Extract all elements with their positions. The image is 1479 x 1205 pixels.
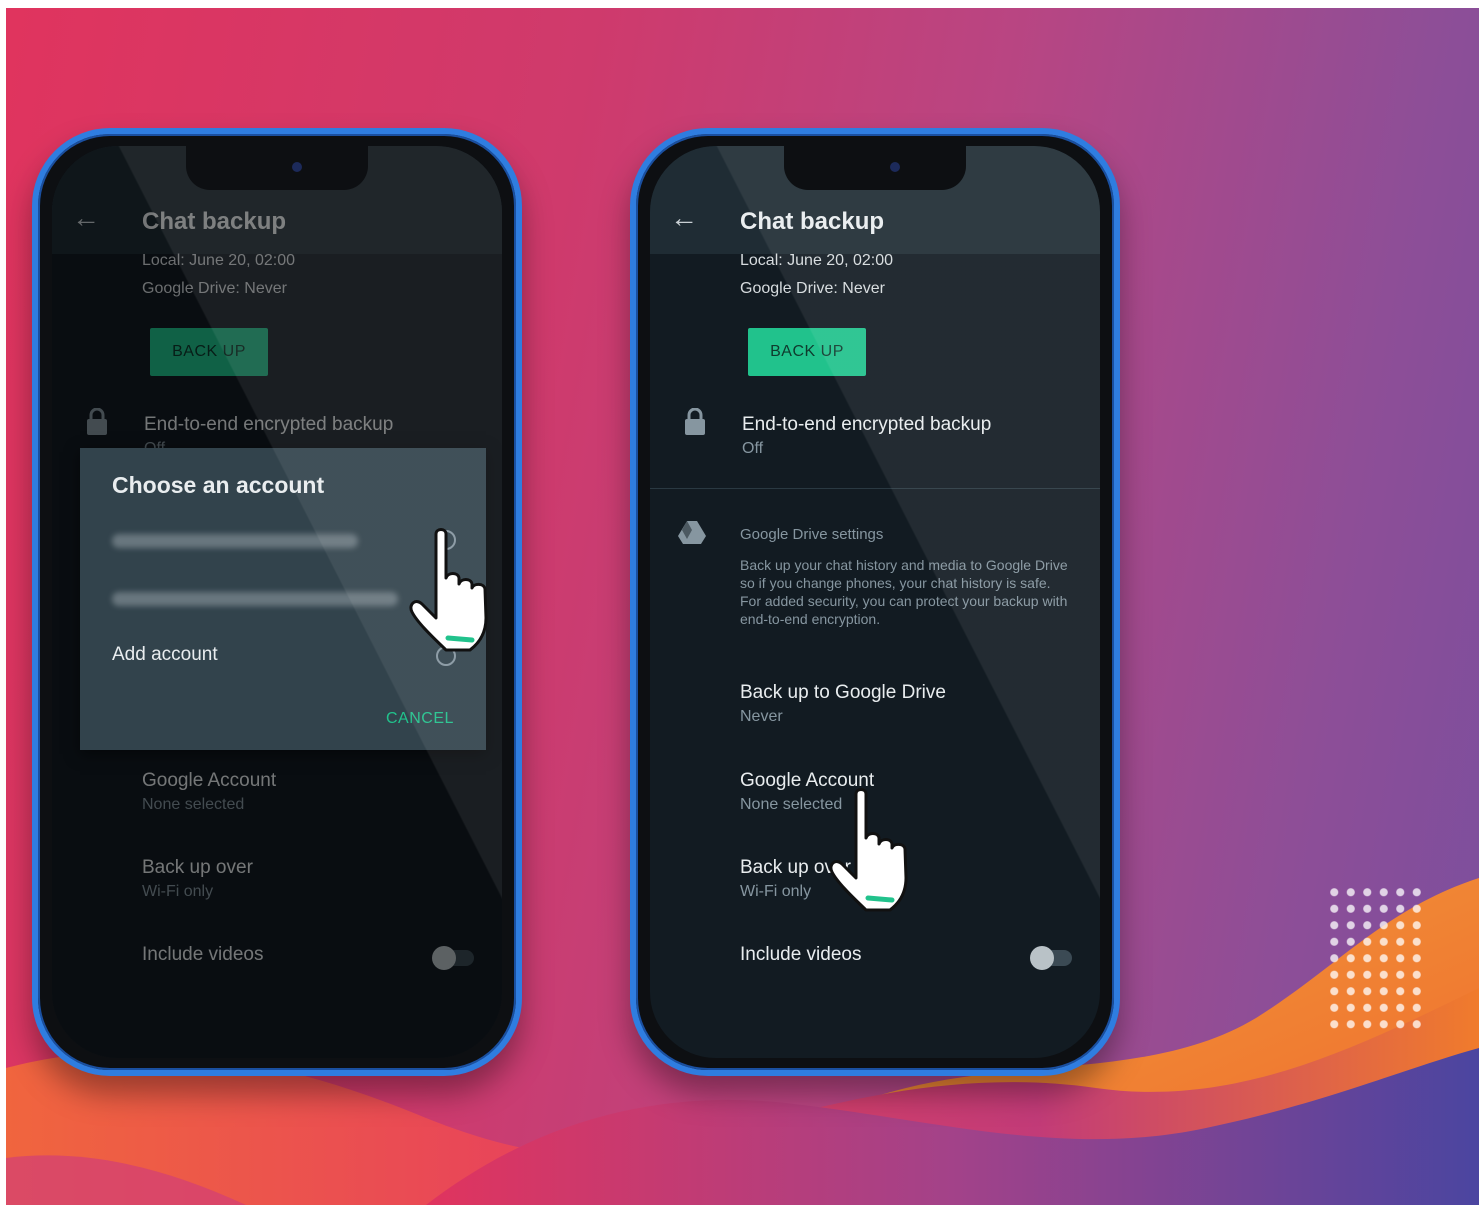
google-drive-icon <box>678 521 706 544</box>
google-account-value: None selected <box>740 796 843 813</box>
right-phone: ← Chat backup Local: June 20, 02:00 Goog… <box>630 128 1120 1076</box>
backup-to-drive-label[interactable]: Back up to Google Drive <box>740 682 946 704</box>
gdrive-description: Back up your chat history and media to G… <box>740 557 1068 627</box>
cancel-button[interactable]: CANCEL <box>386 710 454 728</box>
left-phone: ← Chat backup Local: June 20, 02:00 Goog… <box>32 128 522 1076</box>
pointing-hand-icon <box>829 788 908 912</box>
include-videos-toggle[interactable] <box>1030 946 1072 970</box>
lock-icon <box>685 408 705 435</box>
dot-pattern <box>1326 884 1426 1034</box>
blurred-account-email[interactable] <box>112 534 358 548</box>
notch <box>186 146 368 190</box>
e2e-backup-label[interactable]: End-to-end encrypted backup <box>742 414 991 436</box>
backup-over-value: Wi-Fi only <box>740 883 812 900</box>
right-phone-screen: ← Chat backup Local: June 20, 02:00 Goog… <box>650 146 1100 1058</box>
gdrive-backup-time: Google Drive: Never <box>740 280 885 297</box>
e2e-backup-value: Off <box>742 440 764 457</box>
local-backup-time: Local: June 20, 02:00 <box>740 252 894 269</box>
backup-to-drive-value: Never <box>740 708 783 725</box>
gdrive-settings-heading: Google Drive settings <box>740 526 884 543</box>
include-videos-label[interactable]: Include videos <box>740 944 861 966</box>
pointing-hand-icon <box>409 528 488 652</box>
notch <box>784 146 966 190</box>
add-account-option[interactable]: Add account <box>112 644 218 666</box>
back-up-button[interactable]: BACK UP <box>748 328 866 376</box>
divider <box>650 488 1100 489</box>
dialog-title: Choose an account <box>112 472 325 498</box>
blurred-account-email[interactable] <box>112 592 398 606</box>
page-title: Chat backup <box>740 208 885 235</box>
left-phone-screen: ← Chat backup Local: June 20, 02:00 Goog… <box>52 146 502 1058</box>
arrow-left-icon[interactable]: ← <box>670 202 698 234</box>
